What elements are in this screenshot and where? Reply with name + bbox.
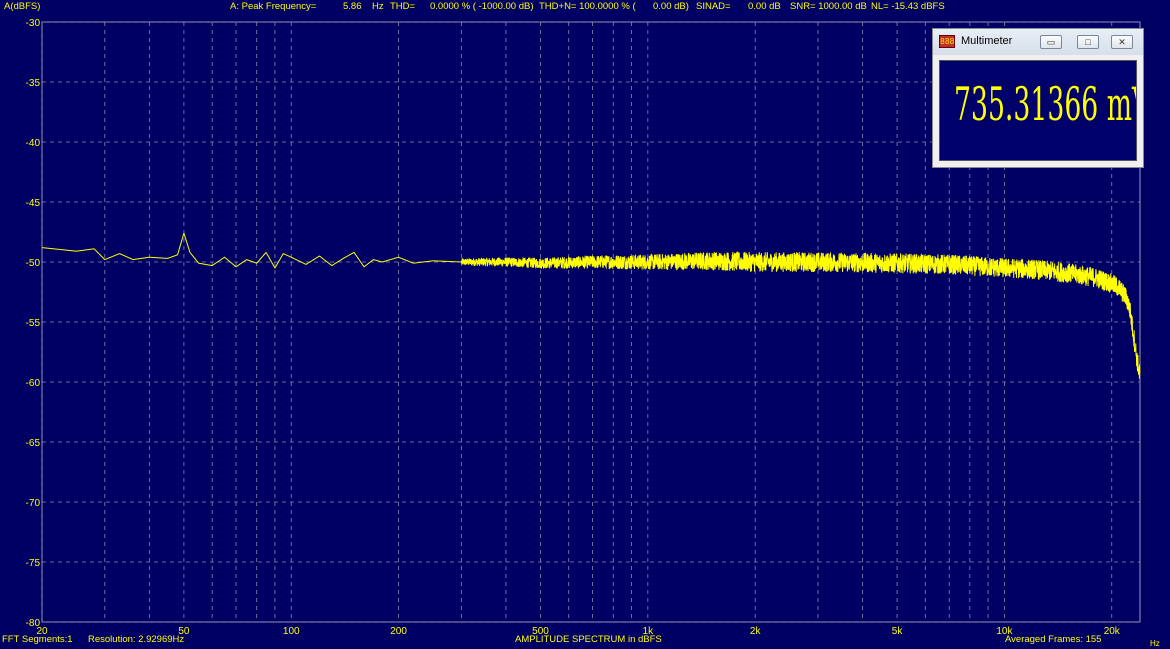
spectrum-data-point: [94, 248, 95, 249]
peak-frequency-unit: Hz: [372, 1, 384, 12]
spectrum-data-point: [177, 254, 178, 255]
spectrum-data-point: [183, 233, 184, 234]
spectrum-data-point: [198, 263, 199, 264]
spectrum-data-point: [76, 251, 77, 252]
spectrum-data-point: [373, 259, 374, 260]
y-tick-label: -30: [26, 18, 41, 29]
spectrum-data-point: [1111, 283, 1112, 284]
spectrum-data-point: [1133, 333, 1134, 334]
spectrum-data-point: [592, 261, 593, 262]
spectrum-data-point: [755, 261, 756, 262]
y-tick-label: -70: [26, 498, 41, 509]
spectrum-data-point: [132, 259, 133, 260]
y-tick-label: -40: [26, 138, 41, 149]
thdn-label: THD+N= 100.0000 % (: [539, 1, 636, 12]
spectrum-data-point: [1004, 267, 1005, 268]
spectrum-data-point: [382, 261, 383, 262]
spectrum-data-point: [353, 252, 354, 253]
x-tick-label: 20k: [1104, 626, 1121, 637]
averaged-frames-label: Averaged Frames: 155: [1005, 634, 1102, 645]
multimeter-reading: 735.31366 mV: [954, 77, 1137, 131]
spectrum-data-point: [119, 253, 120, 254]
peak-frequency-label: A: Peak Frequency=: [230, 1, 317, 12]
snr-readout: SNR= 1000.00 dB: [790, 1, 867, 12]
x-tick-label: 200: [390, 626, 407, 637]
minimize-button[interactable]: ▭: [1040, 35, 1062, 49]
spectrum-data-point: [817, 261, 818, 262]
multimeter-app-icon: 888: [939, 35, 955, 48]
thd-label: THD=: [390, 1, 416, 12]
thd-value: 0.0000 % ( -1000.00 dB): [430, 1, 534, 12]
spectrum-data-point: [167, 258, 168, 259]
spectrum-data-point: [363, 266, 364, 267]
y-tick-label: -75: [26, 558, 41, 569]
spectrum-data-point: [41, 247, 42, 248]
spectrum-data-point: [1129, 309, 1130, 310]
y-tick-label: -60: [26, 378, 41, 389]
spectrum-data-point: [256, 263, 257, 264]
multimeter-window[interactable]: 888 Multimeter ▭ □ ✕ 735.31366 mV: [932, 28, 1144, 168]
spectrum-data-point: [1136, 357, 1137, 358]
spectrum-data-point: [246, 259, 247, 260]
spectrum-trace: [41, 232, 1141, 379]
sinad-label: SINAD=: [696, 1, 731, 12]
resolution-label: Resolution: 2.92969Hz: [88, 634, 185, 645]
spectrum-data-point: [1067, 272, 1068, 273]
x-tick-label: 100: [283, 626, 300, 637]
spectrum-data-point: [461, 261, 462, 262]
spectrum-data-point: [398, 257, 399, 258]
spectrum-data-point: [710, 260, 711, 261]
spectrum-data-point: [283, 253, 284, 254]
y-tick-label: -50: [26, 258, 41, 269]
peak-frequency-value: 5.86: [343, 1, 362, 12]
spectrum-data-point: [1095, 277, 1096, 278]
spectrum-data-point: [265, 252, 266, 253]
spectrum-data-point: [319, 255, 320, 256]
multimeter-display: 735.31366 mV: [939, 60, 1137, 161]
y-tick-label: -65: [26, 438, 41, 449]
fft-segments-label: FFT Segments:1: [2, 634, 73, 645]
spectrum-data-point: [1032, 269, 1033, 270]
y-tick-label: -55: [26, 318, 41, 329]
y-tick-label: -45: [26, 198, 41, 209]
close-button[interactable]: ✕: [1111, 35, 1133, 49]
thdn-db-value: 0.00 dB): [653, 1, 689, 12]
spectrum-data-point: [1126, 297, 1127, 298]
spectrum-data-point: [235, 266, 236, 267]
spectrum-data-point: [212, 265, 213, 266]
multimeter-title: Multimeter: [961, 35, 1013, 47]
spectrum-data-point: [1139, 375, 1140, 376]
chart-title: AMPLITUDE SPECTRUM in dBFS: [515, 634, 662, 645]
sinad-value: 0.00 dB: [748, 1, 781, 12]
x-axis-unit-label: Hz: [1150, 639, 1160, 648]
spectrum-data-point: [540, 263, 541, 264]
spectrum-data-point: [413, 263, 414, 264]
spectrum-data-point: [505, 261, 506, 262]
spectrum-data-point: [305, 264, 306, 265]
spectrum-data-point: [343, 258, 344, 259]
y-tick-label: -35: [26, 78, 41, 89]
y-axis-unit-label: A(dBFS): [4, 1, 41, 12]
spectrum-series-line: [41, 232, 1141, 379]
spectrum-data-point: [189, 252, 190, 253]
spectrum-data-point: [104, 259, 105, 260]
spectrum-data-point: [1119, 288, 1120, 289]
spectrum-data-point: [149, 257, 150, 258]
x-tick-label: 2k: [750, 626, 762, 637]
x-tick-label: 5k: [892, 626, 904, 637]
spectrum-data-point: [224, 257, 225, 258]
spectrum-data-point: [949, 264, 950, 265]
maximize-button[interactable]: □: [1077, 35, 1099, 49]
spectrum-data-point: [647, 261, 648, 262]
spectrum-data-point: [331, 265, 332, 266]
nl-readout: NL= -15.43 dBFS: [871, 1, 945, 12]
spectrum-data-point: [291, 257, 292, 258]
spectrum-data-point: [274, 267, 275, 268]
spectrum-data-point: [896, 263, 897, 264]
spectrum-data-point: [433, 260, 434, 261]
multimeter-titlebar[interactable]: 888 Multimeter ▭ □ ✕: [933, 29, 1143, 55]
